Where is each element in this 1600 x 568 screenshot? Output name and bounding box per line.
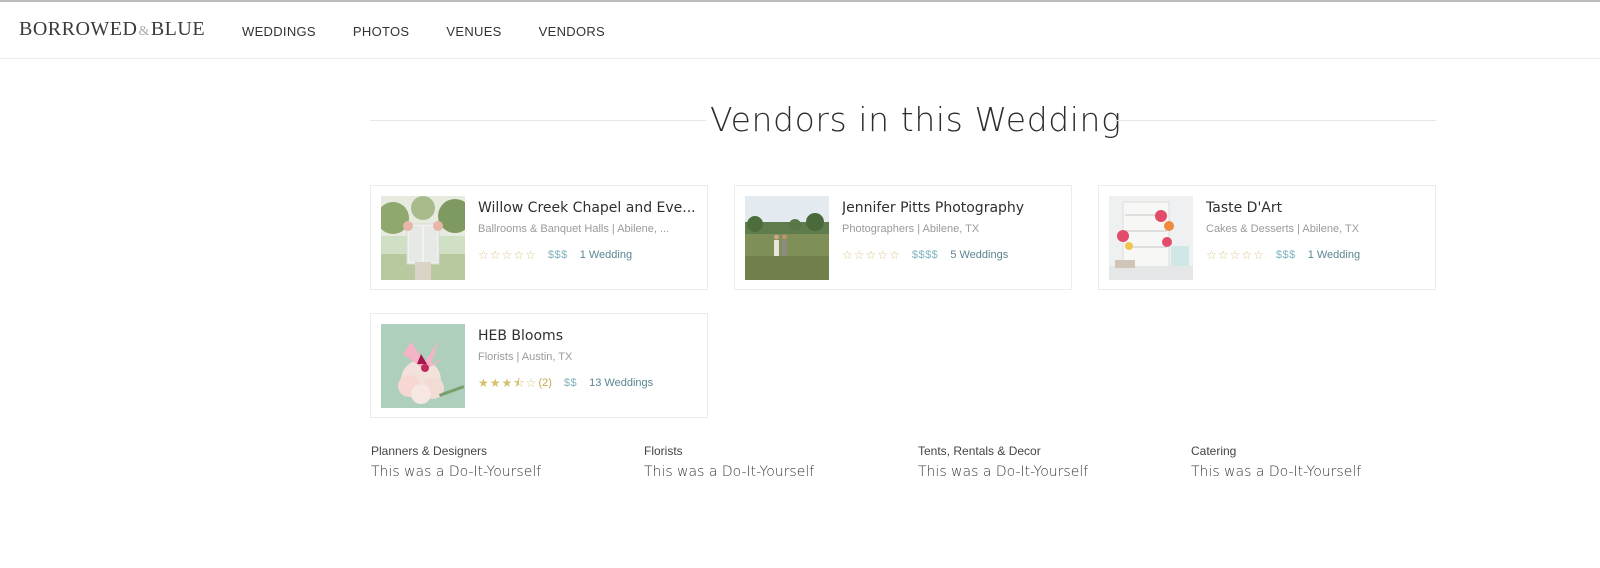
vendor-card[interactable]: Willow Creek Chapel and Eve... Ballrooms…	[370, 185, 708, 290]
vendor-card[interactable]: Taste D'Art Cakes & Desserts | Abilene, …	[1098, 185, 1436, 290]
vendor-stats: ☆ ☆ ☆ ☆ ☆ $$$$ 5 Weddings	[842, 248, 1008, 262]
nav-item-weddings[interactable]: WEDDINGS	[242, 23, 316, 41]
star-empty-icon: ☆	[525, 248, 536, 262]
diy-category: Planners & Designers	[371, 444, 488, 458]
logo-text-right: BLUE	[150, 18, 206, 40]
diy-note: This was a Do-It-Yourself	[1191, 464, 1362, 480]
vendor-stats: ☆ ☆ ☆ ☆ ☆ $$$ 1 Wedding	[478, 248, 632, 262]
vendor-name[interactable]: HEB Blooms	[478, 327, 700, 345]
vendor-category-location: Florists | Austin, TX	[478, 351, 573, 363]
top-navigation: BORROWED&BLUE WEDDINGS PHOTOS VENUES VEN…	[0, 2, 1600, 59]
star-rating: ☆ ☆ ☆ ☆ ☆	[1206, 249, 1264, 261]
star-empty-icon: ☆	[877, 248, 889, 262]
star-empty-icon: ☆	[525, 376, 537, 390]
review-count[interactable]: (2)	[538, 376, 551, 390]
star-empty-icon: ☆	[501, 248, 513, 262]
star-full-icon: ★	[489, 376, 501, 390]
vendor-category-location: Photographers | Abilene, TX	[842, 223, 980, 235]
price-level: $$	[563, 377, 578, 389]
star-empty-icon: ☆	[853, 248, 865, 262]
star-empty-icon: ☆	[478, 248, 489, 262]
section-header: Vendors in this Wedding	[370, 98, 1436, 146]
vendor-card[interactable]: HEB Blooms Florists | Austin, TX ★ ★ ★ ⯪ ☆ (…	[370, 313, 708, 418]
vendor-card[interactable]: Jennifer Pitts Photography Photographers…	[734, 185, 1072, 290]
star-empty-icon: ☆	[1229, 248, 1241, 262]
star-empty-icon: ☆	[489, 248, 501, 262]
wedding-count-link[interactable]: 13 Weddings	[589, 376, 653, 390]
star-empty-icon: ☆	[889, 248, 900, 262]
vendor-category-location: Ballrooms & Banquet Halls | Abilene, ...	[478, 223, 670, 235]
star-empty-icon: ☆	[1217, 248, 1229, 262]
star-empty-icon: ☆	[1206, 248, 1217, 262]
diy-vendor-florists: Florists This was a Do-It-Yourself	[644, 443, 904, 482]
wedding-count-link[interactable]: 5 Weddings	[950, 248, 1008, 262]
couple-field-photo[interactable]	[745, 196, 829, 280]
star-empty-icon: ☆	[842, 248, 853, 262]
star-full-icon: ★	[478, 376, 489, 390]
star-empty-icon: ☆	[865, 248, 877, 262]
vendor-stats: ☆ ☆ ☆ ☆ ☆ $$$ 1 Wedding	[1206, 248, 1360, 262]
vendor-category-location: Cakes & Desserts | Abilene, TX	[1206, 223, 1360, 235]
star-half-icon: ⯪	[513, 376, 525, 390]
star-rating: ★ ★ ★ ⯪ ☆	[478, 377, 536, 389]
star-rating: ☆ ☆ ☆ ☆ ☆	[478, 249, 536, 261]
diy-note: This was a Do-It-Yourself	[644, 464, 815, 480]
vendor-stats: ★ ★ ★ ⯪ ☆ (2) $$ 13 Weddings	[478, 376, 653, 390]
diy-vendor-planners: Planners & Designers This was a Do-It-Yo…	[371, 443, 631, 482]
diy-note: This was a Do-It-Yourself	[371, 464, 542, 480]
star-full-icon: ★	[501, 376, 513, 390]
bouquet-photo[interactable]	[381, 324, 465, 408]
wedding-count-link[interactable]: 1 Wedding	[1308, 248, 1360, 262]
nav-item-photos[interactable]: PHOTOS	[353, 23, 409, 41]
wedding-count-link[interactable]: 1 Wedding	[580, 248, 632, 262]
main-menu: WEDDINGS PHOTOS VENUES VENDORS	[242, 23, 642, 41]
diy-category: Florists	[644, 444, 683, 458]
vendor-name[interactable]: Taste D'Art	[1206, 199, 1428, 217]
section-title: Vendors in this Wedding	[710, 100, 1122, 139]
title-divider-left	[370, 120, 706, 121]
diy-category: Catering	[1191, 444, 1237, 458]
vendor-name[interactable]: Willow Creek Chapel and Eve...	[478, 199, 700, 217]
chapel-photo[interactable]	[381, 196, 465, 280]
site-logo[interactable]: BORROWED&BLUE	[19, 17, 205, 44]
diy-vendor-catering: Catering This was a Do-It-Yourself	[1191, 443, 1451, 482]
nav-item-vendors[interactable]: VENDORS	[539, 23, 605, 41]
diy-category: Tents, Rentals & Decor	[918, 444, 1041, 458]
price-level: $$$	[1275, 249, 1296, 261]
star-empty-icon: ☆	[513, 248, 525, 262]
logo-text-left: BORROWED	[19, 18, 138, 40]
star-empty-icon: ☆	[1253, 248, 1264, 262]
nav-item-venues[interactable]: VENUES	[446, 23, 501, 41]
price-level: $$$$	[911, 249, 939, 261]
dessert-table-photo[interactable]	[1109, 196, 1193, 280]
title-divider-right	[1115, 120, 1436, 121]
diy-note: This was a Do-It-Yourself	[918, 464, 1089, 480]
star-empty-icon: ☆	[1241, 248, 1253, 262]
price-level: $$$	[547, 249, 568, 261]
star-rating: ☆ ☆ ☆ ☆ ☆	[842, 249, 900, 261]
vendor-name[interactable]: Jennifer Pitts Photography	[842, 199, 1064, 217]
diy-vendor-rentals: Tents, Rentals & Decor This was a Do-It-…	[918, 443, 1178, 482]
logo-ampersand: &	[138, 24, 150, 39]
